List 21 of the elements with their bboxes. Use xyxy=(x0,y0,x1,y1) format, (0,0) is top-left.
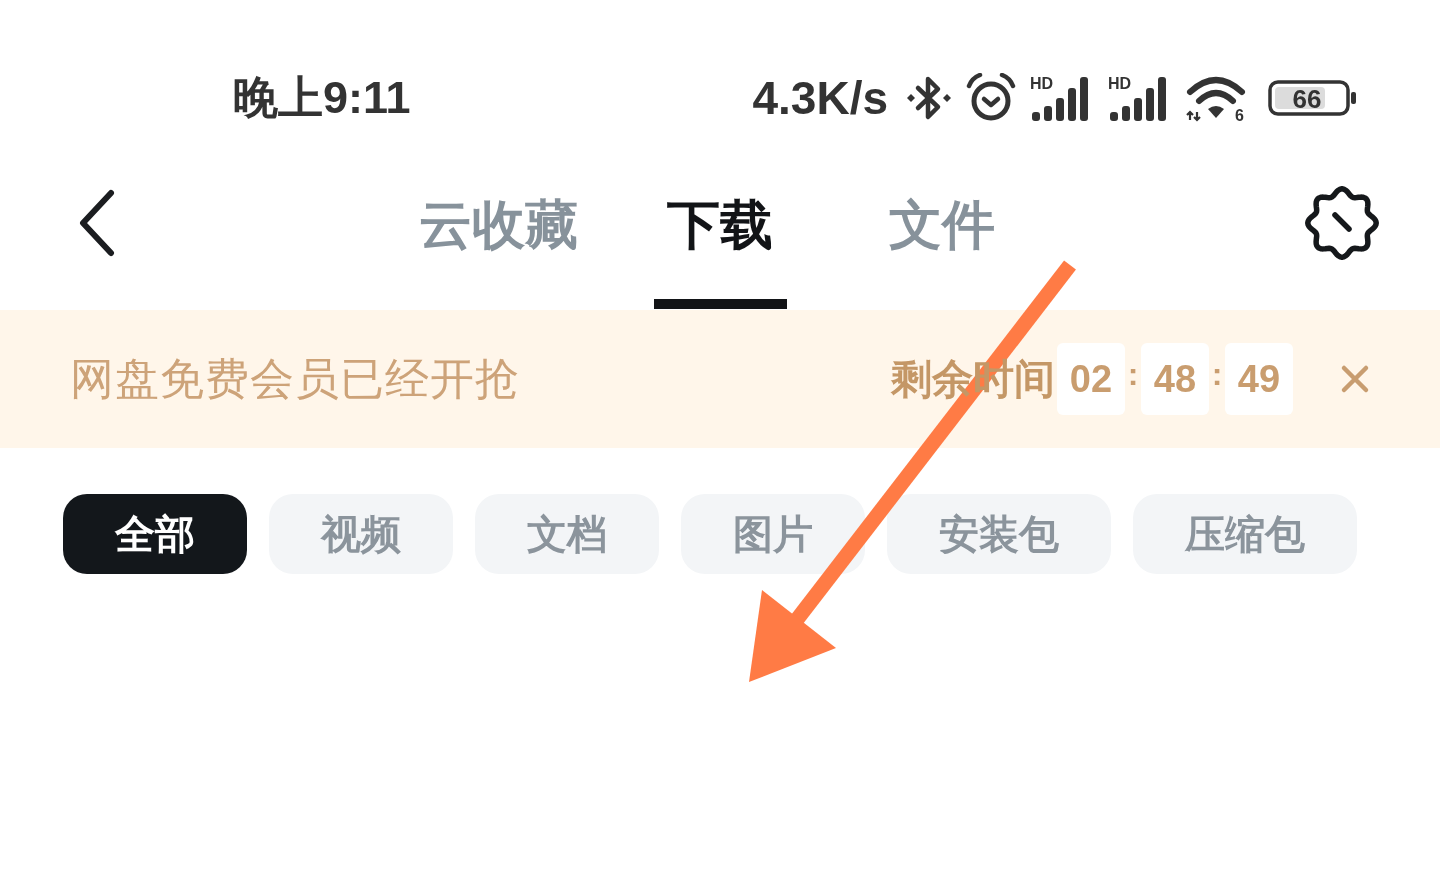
network-speed: 4.3K/s xyxy=(752,71,888,126)
filter-chip[interactable]: 图片 xyxy=(681,494,865,574)
back-icon[interactable] xyxy=(78,189,116,257)
tab[interactable]: 云收藏 xyxy=(387,195,609,309)
countdown-separator: : xyxy=(1126,355,1140,393)
filter-chip[interactable]: 安装包 xyxy=(887,494,1111,574)
countdown-minutes: 48 xyxy=(1141,343,1209,415)
settings-icon[interactable] xyxy=(1304,185,1380,261)
status-time: 晚上9:11 xyxy=(233,71,411,125)
alarm-icon xyxy=(966,73,1016,123)
filter-chip[interactable]: 全部 xyxy=(63,494,247,574)
countdown-hours: 02 xyxy=(1057,343,1125,415)
filter-chip[interactable]: 压缩包 xyxy=(1133,494,1357,574)
promo-text: 网盘免费会员已经开抢 xyxy=(70,352,521,405)
filter-chip[interactable]: 视频 xyxy=(269,494,453,574)
countdown-separator: : xyxy=(1210,355,1224,393)
filter-chip[interactable]: 文档 xyxy=(475,494,659,574)
countdown-seconds: 49 xyxy=(1225,343,1293,415)
tab[interactable]: 下载 xyxy=(609,195,831,309)
tab[interactable]: 文件 xyxy=(831,195,1053,309)
bluetooth-icon xyxy=(906,74,952,122)
